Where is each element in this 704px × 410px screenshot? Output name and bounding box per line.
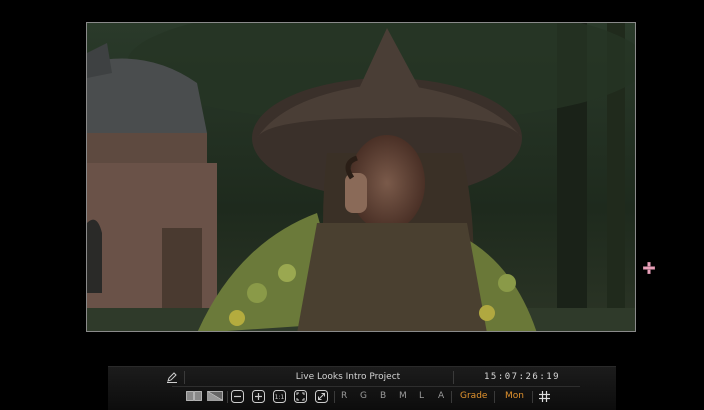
channel-l-button[interactable]: L [419, 389, 424, 403]
video-frame [87, 23, 635, 331]
timecode: 15:07:26:19 [484, 372, 561, 382]
channel-m-button[interactable]: M [399, 389, 407, 403]
toolbar-controls-row: 1:1 R G B M L A Grade Mon [108, 387, 616, 407]
video-viewer[interactable] [86, 22, 636, 332]
separator [494, 391, 495, 403]
separator [334, 391, 335, 403]
wipe-view-icon[interactable] [207, 389, 223, 403]
separator [453, 371, 454, 384]
grid-overlay-icon[interactable] [539, 389, 550, 403]
viewer-toolbar: Live Looks Intro Project 15:07:26:19 1:1… [108, 366, 616, 410]
separator [451, 391, 452, 403]
crosshair-cursor-icon [642, 259, 656, 275]
toolbar-info-row: Live Looks Intro Project 15:07:26:19 [108, 369, 616, 386]
svg-text:1:1: 1:1 [275, 394, 285, 401]
pencil-icon[interactable] [166, 371, 178, 383]
channel-red-button[interactable]: R [341, 389, 347, 403]
zoom-out-icon[interactable] [231, 389, 244, 403]
separator [532, 391, 533, 403]
channel-blue-button[interactable]: B [380, 389, 386, 403]
fullscreen-icon[interactable] [315, 389, 328, 403]
split-view-icon[interactable] [186, 389, 202, 403]
grade-button[interactable]: Grade [460, 389, 487, 403]
actual-size-icon[interactable]: 1:1 [273, 389, 286, 403]
mon-button[interactable]: Mon [505, 389, 524, 403]
fit-to-window-icon[interactable] [294, 389, 307, 403]
zoom-in-icon[interactable] [252, 389, 265, 403]
separator [227, 391, 228, 403]
separator [184, 371, 185, 384]
project-title: Live Looks Intro Project [295, 372, 401, 382]
channel-green-button[interactable]: G [360, 389, 367, 403]
channel-a-button[interactable]: A [438, 389, 444, 403]
